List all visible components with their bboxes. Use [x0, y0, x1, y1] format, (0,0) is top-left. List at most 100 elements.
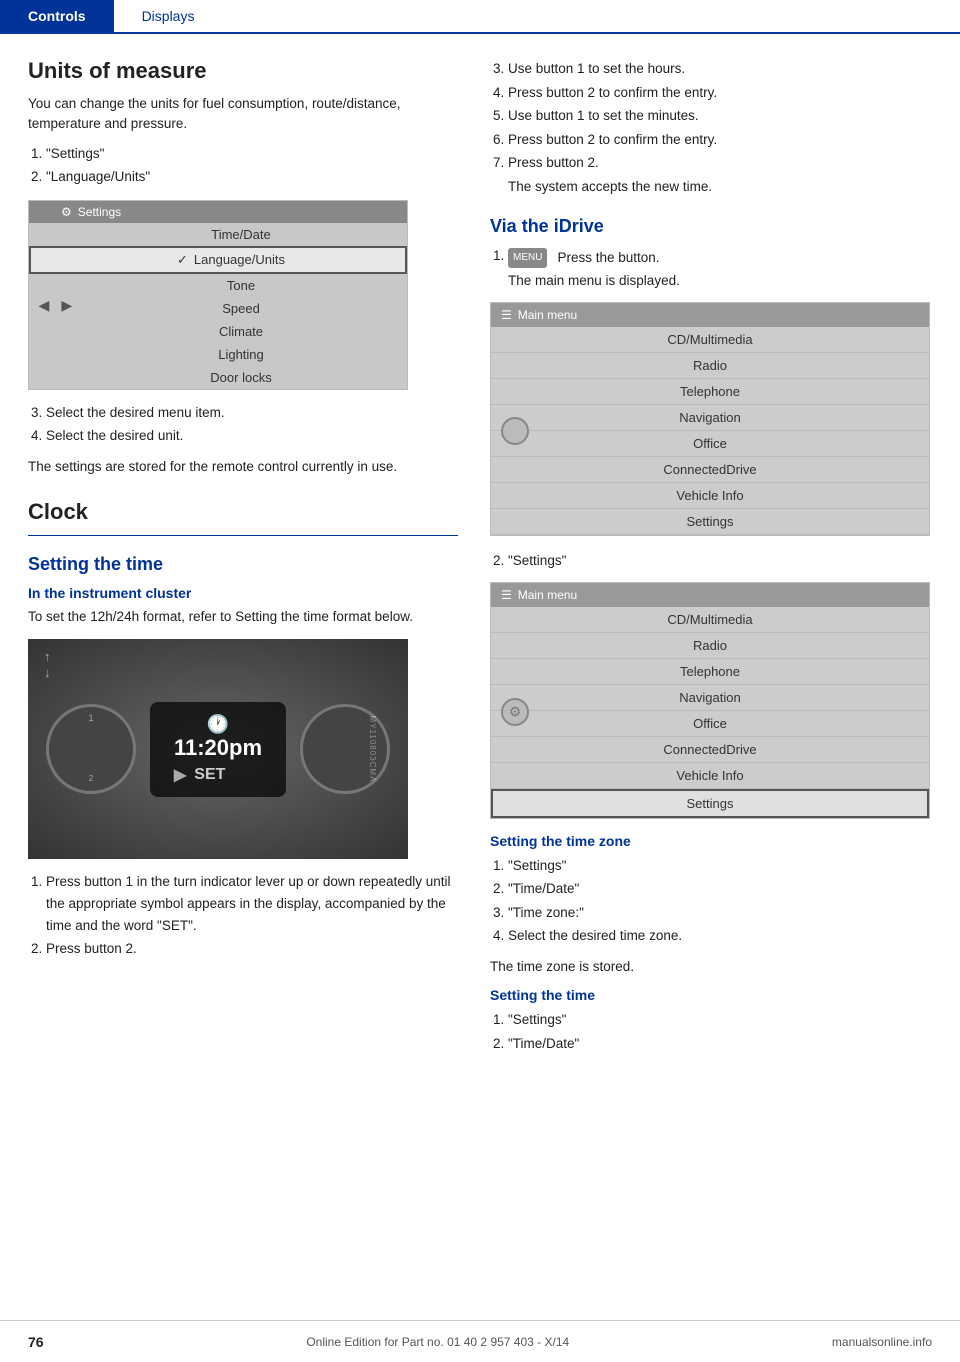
mm2-item-office: Office	[491, 711, 929, 737]
setting-time-title: Setting the time	[28, 554, 458, 575]
settings-item-language: ✓ Language/Units	[29, 246, 407, 274]
timezone-step-4: Select the desired time zone.	[508, 925, 932, 947]
via-idrive-title: Via the iDrive	[490, 216, 932, 237]
mm2-item-connecteddrive: ConnectedDrive	[491, 737, 929, 763]
gear-icon: ⚙	[61, 205, 72, 219]
cluster-time: 11:20pm	[174, 735, 262, 761]
footer-brand: manualsonline.info	[832, 1335, 932, 1349]
left-column: Units of measure You can change the unit…	[28, 58, 458, 1064]
right-step-5: Use button 1 to set the minutes.	[508, 105, 932, 127]
main-menu-title-2: ☰ Main menu	[491, 583, 929, 607]
right-column: Use button 1 to set the hours. Press but…	[490, 58, 932, 1064]
units-step-2: "Language/Units"	[46, 166, 458, 188]
idrive-steps: MENU Press the button. The main menu is …	[508, 245, 932, 292]
setting-time-title-2: Setting the time	[490, 987, 932, 1003]
settings-item-lighting: Lighting	[29, 343, 407, 366]
menu-icon-1: ☰	[501, 308, 512, 322]
main-menu-screenshot-1: ☰ Main menu CD/Multimedia Radio Telephon…	[490, 302, 930, 536]
cluster-step-1: Press button 1 in the turn indicator lev…	[46, 871, 458, 936]
main-menu-title-1: ☰ Main menu	[491, 303, 929, 327]
mm2-item-settings: Settings	[491, 789, 929, 818]
settings-item-climate: Climate	[29, 320, 407, 343]
left-arrow-icon: ◄ ►	[35, 295, 76, 316]
mm-item-telephone: Telephone	[491, 379, 929, 405]
tab-controls[interactable]: Controls	[0, 0, 114, 32]
idrive-knob-1	[501, 417, 529, 445]
mm-item-connecteddrive: ConnectedDrive	[491, 457, 929, 483]
cluster-step-2: Press button 2.	[46, 938, 458, 960]
right-step-6: Press button 2 to confirm the entry.	[508, 129, 932, 151]
idrive-step2-list: "Settings"	[508, 550, 932, 572]
units-intro: You can change the units for fuel consum…	[28, 94, 458, 135]
right-steps-top: Use button 1 to set the hours. Press but…	[508, 58, 932, 198]
mm2-item-telephone: Telephone	[491, 659, 929, 685]
mm-item-office: Office	[491, 431, 929, 457]
cluster-steps: Press button 1 in the turn indicator lev…	[46, 871, 458, 959]
clock-title: Clock	[28, 499, 458, 525]
units-step-3: Select the desired menu item.	[46, 402, 458, 424]
page-footer: 76 Online Edition for Part no. 01 40 2 9…	[0, 1320, 960, 1362]
page-number: 76	[28, 1334, 44, 1350]
clock-section: Clock Setting the time In the instrument…	[28, 499, 458, 960]
timezone-note: The time zone is stored.	[490, 957, 932, 977]
setting-time-steps2: "Settings" "Time/Date"	[508, 1009, 932, 1054]
menu-icon-2: ☰	[501, 588, 512, 602]
gear-icon-knob: ⚙	[509, 704, 522, 721]
idrive-step-1-content: MENU Press the button.	[508, 247, 660, 269]
set-arrow-icon: ▶	[174, 765, 186, 785]
units-step-4: Select the desired unit.	[46, 425, 458, 447]
timezone-title: Setting the time zone	[490, 833, 932, 849]
clock-divider	[28, 535, 458, 536]
instrument-intro: To set the 12h/24h format, refer to Sett…	[28, 607, 458, 627]
main-menu-screenshot-2: ☰ Main menu ⚙ CD/Multimedia Radio Teleph…	[490, 582, 930, 819]
up-arrow-indicator: ↑	[44, 649, 51, 664]
settings-title-bar: ⚙ Settings	[29, 201, 407, 223]
cluster-image: 1 2 ↑ ↓ 🕐 11:20pm ▶ SET	[28, 639, 408, 859]
mm-item-radio: Radio	[491, 353, 929, 379]
main-menu-items-2: ⚙ CD/Multimedia Radio Telephone Navigati…	[491, 607, 929, 818]
settings-item-speed: Speed	[29, 297, 407, 320]
units-steps-continued: Select the desired menu item. Select the…	[46, 402, 458, 447]
timezone-step-3: "Time zone:"	[508, 902, 932, 924]
main-menu-items-1: CD/Multimedia Radio Telephone Navigation…	[491, 327, 929, 535]
right-step-7: Press button 2. The system accepts the n…	[508, 152, 932, 197]
settings-item-tone: Tone	[29, 274, 407, 297]
settings-item-doorlocks: Door locks	[29, 366, 407, 389]
mm2-item-cdmultimedia: CD/Multimedia	[491, 607, 929, 633]
setting-time-step2-2: "Time/Date"	[508, 1033, 932, 1055]
right-step-7-note: The system accepts the new time.	[508, 176, 932, 198]
timezone-steps: "Settings" "Time/Date" "Time zone:" Sele…	[508, 855, 932, 947]
main-content: Units of measure You can change the unit…	[0, 34, 960, 1124]
mm2-item-navigation: Navigation	[491, 685, 929, 711]
mm-item-settings-1: Settings	[491, 509, 929, 535]
down-arrow-indicator: ↓	[44, 665, 51, 680]
gauge-label: 1	[88, 713, 93, 723]
mm-item-cdmultimedia: CD/Multimedia	[491, 327, 929, 353]
tab-displays[interactable]: Displays	[114, 0, 223, 32]
units-title: Units of measure	[28, 58, 458, 84]
left-gauge: 1 2	[46, 704, 136, 794]
cluster-background: 1 2 ↑ ↓ 🕐 11:20pm ▶ SET	[28, 639, 408, 859]
idrive-step-1-note: The main menu is displayed.	[508, 270, 932, 292]
settings-item-timedate: Time/Date	[29, 223, 407, 246]
mm-item-vehicleinfo: Vehicle Info	[491, 483, 929, 509]
idrive-step-2: "Settings"	[508, 550, 932, 572]
footer-copyright: Online Edition for Part no. 01 40 2 957 …	[306, 1335, 569, 1349]
tab-bar: Controls Displays	[0, 0, 960, 34]
clock-icon: 🕐	[174, 714, 262, 735]
gauge-numbers: 2	[89, 774, 93, 784]
watermark: MY110803CMA	[368, 716, 377, 783]
mm2-item-radio: Radio	[491, 633, 929, 659]
right-step-4: Press button 2 to confirm the entry.	[508, 82, 932, 104]
instrument-cluster-title: In the instrument cluster	[28, 585, 458, 601]
idrive-step-1: MENU Press the button. The main menu is …	[508, 245, 932, 292]
timezone-step-1: "Settings"	[508, 855, 932, 877]
settings-menu-items: ◄ ► Time/Date ✓ Language/Units Tone Spee…	[29, 223, 407, 389]
cluster-display: 🕐 11:20pm ▶ SET	[150, 702, 286, 797]
cluster-set-row: ▶ SET	[174, 765, 262, 785]
menu-button-icon: MENU	[508, 248, 547, 268]
timezone-step-2: "Time/Date"	[508, 878, 932, 900]
idrive-knob-2: ⚙	[501, 698, 529, 726]
units-step-1: "Settings"	[46, 143, 458, 165]
units-note: The settings are stored for the remote c…	[28, 457, 458, 477]
